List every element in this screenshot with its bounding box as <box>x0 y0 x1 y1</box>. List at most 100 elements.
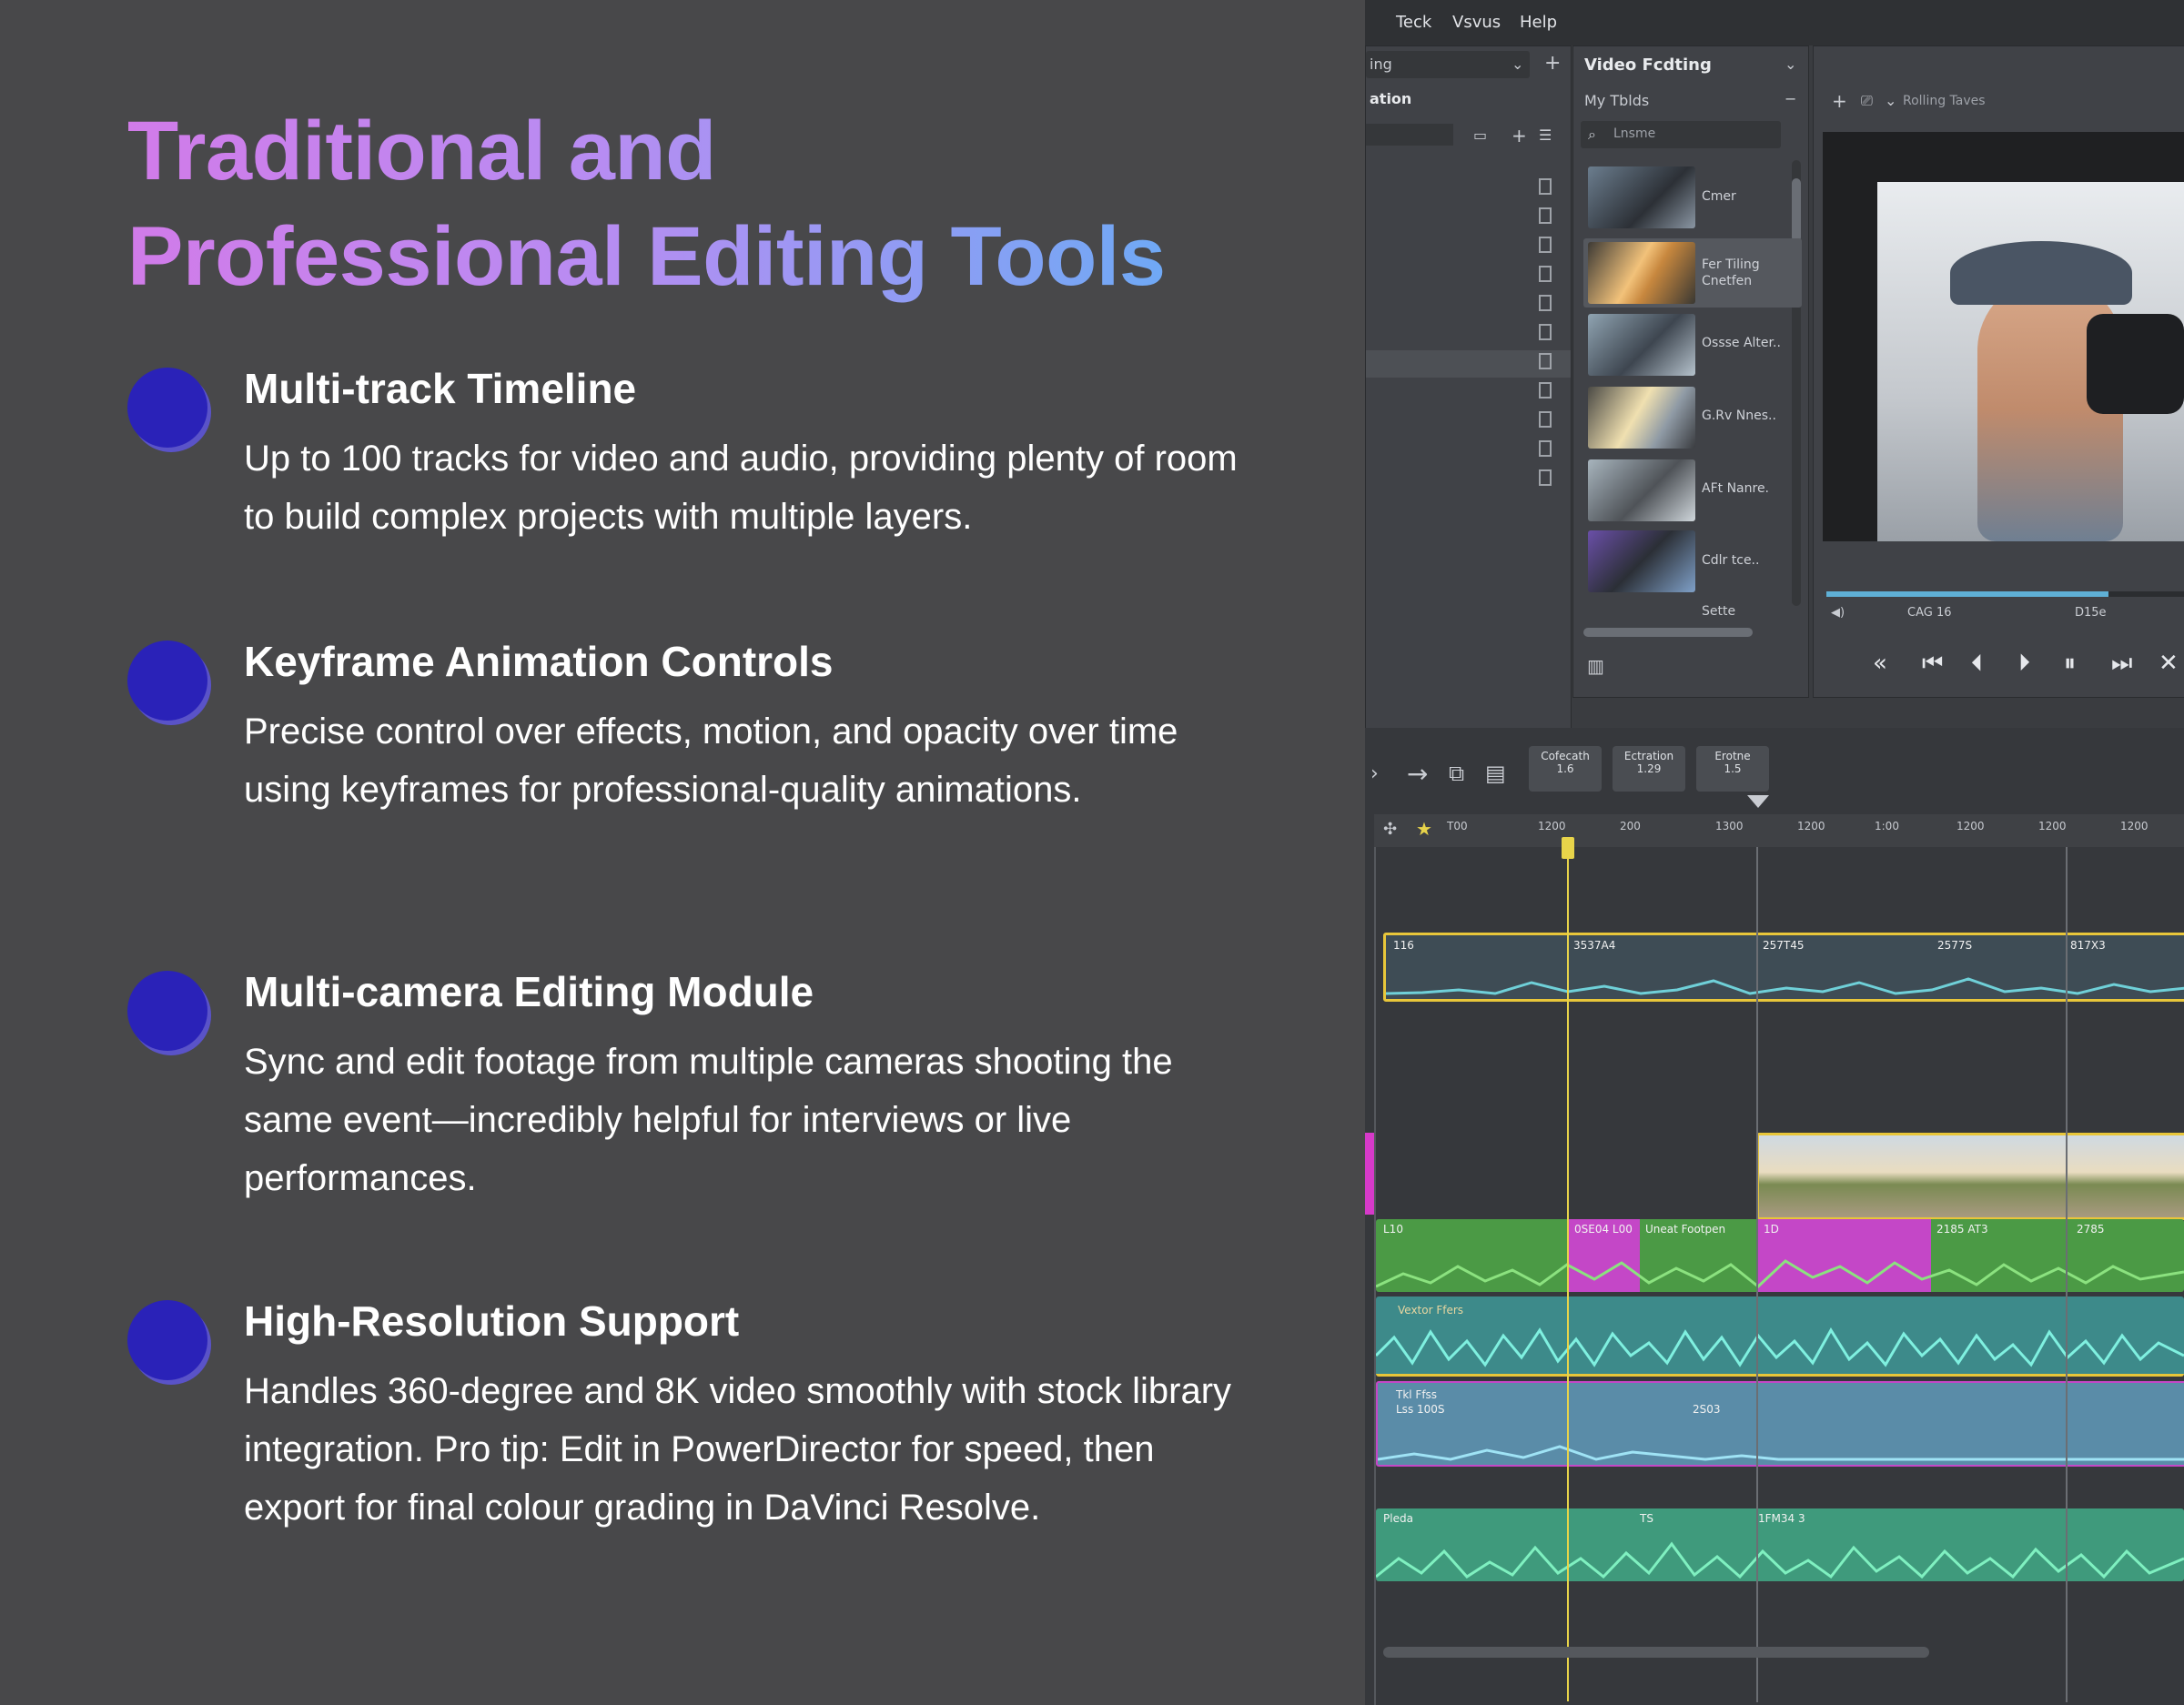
timeline-clip[interactable]: Vextor Ffers <box>1376 1296 2184 1377</box>
add-icon[interactable]: + <box>1832 90 1847 112</box>
media-thumbnail[interactable] <box>1588 459 1695 521</box>
row-icon <box>1539 382 1552 399</box>
clip-label: 2S03 <box>1693 1403 1721 1416</box>
project-dropdown[interactable]: ing ⌄ <box>1366 51 1530 78</box>
skip-back-icon[interactable]: ⏮ <box>1922 650 1943 678</box>
header-box-label: Erotne <box>1714 750 1751 762</box>
speaker-icon[interactable]: ◀︎) <box>1831 606 1845 620</box>
timeline-clip[interactable]: L10 0SE04 L00 Uneat Footpen 1D 2185 AT3 … <box>1376 1219 2184 1292</box>
clip-label: 116 <box>1393 939 1414 952</box>
add-icon[interactable]: + <box>1544 52 1561 75</box>
row-icon <box>1539 324 1552 340</box>
header-box-label: Ectration <box>1623 750 1674 762</box>
media-thumbnail[interactable] <box>1588 166 1695 228</box>
playhead-handle[interactable] <box>1562 837 1574 859</box>
media-item-label: Cdlr tce.. <box>1702 553 1760 568</box>
clip-label: 257T45 <box>1763 939 1805 952</box>
timeline-clip[interactable]: 116 3537A4 257T45 2577S 817X3 <box>1383 933 2184 1002</box>
marker-triangle-icon[interactable] <box>1747 795 1769 808</box>
split-icon[interactable]: ▤ <box>1485 761 1506 786</box>
crop-icon[interactable]: ⧉ <box>1449 761 1464 786</box>
media-folder-label: My Tblds <box>1584 92 1650 109</box>
scrollbar-thumb[interactable] <box>1792 178 1801 242</box>
close-icon[interactable]: ✕ <box>2159 650 2179 677</box>
waveform <box>1376 1327 2184 1367</box>
preview-scrubber[interactable] <box>1826 591 2184 597</box>
skip-forward-icon[interactable]: ⏭ <box>2111 650 2132 678</box>
media-scrollbar[interactable] <box>1792 160 1801 606</box>
clip-label: 3537A4 <box>1573 939 1616 952</box>
timeline-clip[interactable]: Pleda TS 1FM34 3 <box>1376 1508 2184 1581</box>
chevron-down-icon: ⌄ <box>1512 55 1524 73</box>
media-thumbnail[interactable] <box>1588 242 1695 304</box>
feature-description: Up to 100 tracks for video and audio, pr… <box>244 439 1238 537</box>
row-icon <box>1539 237 1552 253</box>
step-forward-icon[interactable]: ⏵ <box>2018 650 2030 678</box>
media-hscroll[interactable] <box>1583 628 1753 637</box>
snap-icon[interactable]: ✣ <box>1383 820 1397 839</box>
project-section-title: ation <box>1370 90 1412 107</box>
ruler-tick: 1200 <box>1797 820 1825 832</box>
step-back-icon[interactable]: ⏴ <box>1971 650 1983 678</box>
waveform <box>1378 1445 2184 1461</box>
search-icon: ⌕ <box>1588 126 1596 143</box>
media-item-label: Cmer <box>1702 189 1736 204</box>
ripple-edit-icon[interactable]: → <box>1407 759 1428 789</box>
menu-item-view[interactable]: Vsvus <box>1452 13 1501 32</box>
scrubber-progress <box>1826 591 2108 597</box>
add-icon[interactable]: + <box>1512 125 1527 146</box>
media-panel-title: Video Fcdting <box>1584 55 1712 75</box>
media-search-input[interactable]: ⌕ Lnsme <box>1581 121 1781 148</box>
feature-description: Handles 360-degree and 8K video smoothly… <box>244 1371 1232 1528</box>
header-box-value: 1.5 <box>1724 762 1742 775</box>
arrow-right-icon[interactable]: › <box>1370 762 1379 785</box>
pause-icon[interactable]: ⏸ <box>2064 650 2076 678</box>
page-title: Traditional and Professional Editing Too… <box>127 98 1166 309</box>
menu-bar: Teck Vsvus Help <box>1365 0 2184 45</box>
clip-label: 2785 <box>2077 1223 2105 1236</box>
media-thumbnail[interactable] <box>1588 314 1695 376</box>
chevron-down-icon[interactable]: ⌄ <box>1785 55 1796 73</box>
menu-item-help[interactable]: Help <box>1520 13 1557 32</box>
feature-panel: Traditional and Professional Editing Too… <box>0 0 1365 1705</box>
monitor-icon[interactable]: ⎚ <box>1861 92 1873 110</box>
feature-description: Sync and edit footage from multiple came… <box>244 1042 1173 1198</box>
clip-label: 2577S <box>1937 939 1973 952</box>
project-filter-input[interactable] <box>1366 124 1453 146</box>
columns-icon[interactable]: ▥ <box>1587 655 1604 677</box>
timeline-header-box[interactable]: Ectration 1.29 <box>1613 746 1685 792</box>
collapse-icon[interactable]: − <box>1785 90 1796 107</box>
timeline-header-box[interactable]: Cofecath 1.6 <box>1529 746 1602 792</box>
video-preview[interactable] <box>1823 132 2184 541</box>
guide-line <box>1756 847 1758 1702</box>
menu-item-track[interactable]: Teck <box>1396 13 1431 32</box>
playhead[interactable] <box>1567 837 1569 1701</box>
clip-label: 817X3 <box>2070 939 2106 952</box>
ruler-tick: 1200 <box>1956 820 1985 832</box>
preview-title: Rolling Taves <box>1903 94 1986 108</box>
clip-label: TS <box>1640 1512 1653 1525</box>
clip-label: 1D <box>1764 1223 1779 1236</box>
timeline-header-box[interactable]: Erotne 1.5 <box>1696 746 1769 792</box>
marker-icon[interactable]: ★ <box>1416 818 1432 840</box>
track-color-tab <box>1365 1133 1374 1215</box>
media-thumbnail[interactable] <box>1588 530 1695 592</box>
feature-title: Multi-track Timeline <box>244 365 637 412</box>
timeline-clip[interactable]: Tkl Ffss Lss 100S 2S03 <box>1376 1381 2184 1467</box>
media-thumbnail[interactable] <box>1588 387 1695 449</box>
timeline-ruler[interactable]: ✣ ★ T00 1200 200 1300 1200 1:00 1200 120… <box>1374 814 2184 847</box>
clip-label: 1FM34 3 <box>1758 1512 1805 1525</box>
waveform <box>1376 1259 2184 1288</box>
folder-icon[interactable]: ▭ <box>1473 126 1487 144</box>
hat-shape <box>1950 241 2132 305</box>
ruler-tick: 1300 <box>1715 820 1744 832</box>
row-icon <box>1539 207 1552 224</box>
bullet-dot <box>127 971 207 1051</box>
rewind-icon[interactable]: « <box>1873 650 1887 677</box>
chevron-down-icon[interactable]: ⌄ <box>1885 92 1896 109</box>
list-icon[interactable]: ☰ <box>1539 126 1552 144</box>
timeline-hscroll[interactable] <box>1383 1647 1929 1658</box>
clip-label: Lss 100S <box>1396 1403 1445 1416</box>
title-line-2: Professional Editing Tools <box>127 210 1166 303</box>
video-clip[interactable] <box>1756 1133 2184 1220</box>
